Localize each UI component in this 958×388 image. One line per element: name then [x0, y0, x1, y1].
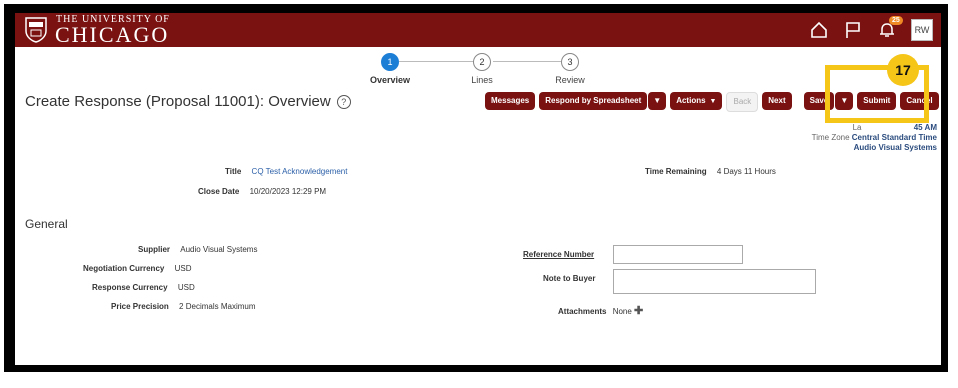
price-precision-label: Price Precision	[111, 302, 169, 311]
help-icon[interactable]: ?	[336, 95, 351, 110]
train-step-lines[interactable]: 2 Lines	[452, 53, 512, 85]
flag-icon[interactable]	[843, 20, 863, 40]
app-window: THE UNIVERSITY OF CHICAGO 25 RW 1 Overvi…	[15, 13, 941, 365]
header-icons: 25 RW	[809, 16, 933, 41]
note-to-buyer-label: Note to Buyer	[543, 274, 596, 283]
time-remaining-row: Time Remaining 4 Days 11 Hours	[645, 167, 776, 176]
attachments-value: None	[612, 307, 632, 316]
user-avatar[interactable]: RW	[911, 19, 933, 41]
last-saved-label: La	[852, 123, 862, 132]
home-icon[interactable]	[809, 20, 829, 40]
reference-number-label: Reference Number	[523, 250, 595, 259]
price-precision-row: Price Precision 2 Decimals Maximum	[111, 302, 256, 311]
next-button[interactable]: Next	[762, 92, 792, 110]
last-saved-info: La 45 AM Time Zone Central Standard Time…	[812, 123, 937, 153]
attachments-row: Attachments None ✚	[558, 304, 643, 317]
title-label: Title	[225, 167, 242, 176]
close-date-value: 10/20/2023 12:29 PM	[249, 187, 327, 196]
messages-button[interactable]: Messages	[485, 92, 536, 110]
supplier-value: Audio Visual Systems	[180, 245, 258, 254]
note-to-buyer-textarea[interactable]	[613, 269, 816, 294]
shield-icon	[25, 17, 47, 43]
last-saved-value: 45 AM	[913, 123, 937, 132]
response-currency-value: USD	[177, 283, 195, 292]
actions-label: Actions	[676, 96, 706, 105]
supplier-label: Supplier	[138, 245, 171, 254]
back-button[interactable]: Back	[726, 92, 759, 112]
negotiation-currency-label: Negotiation Currency	[83, 264, 165, 273]
screenshot-frame: THE UNIVERSITY OF CHICAGO 25 RW 1 Overvi…	[4, 4, 948, 372]
time-remaining-label: Time Remaining	[645, 167, 707, 176]
page-title-text: Create Response (Proposal 11001): Overvi…	[25, 93, 331, 110]
step-label: Overview	[369, 75, 411, 85]
price-precision-value: 2 Decimals Maximum	[179, 302, 256, 311]
respond-by-spreadsheet-button[interactable]: Respond by Spreadsheet	[539, 92, 648, 110]
step-circle: 2	[473, 53, 491, 71]
step-label: Lines	[471, 75, 493, 85]
top-bar: THE UNIVERSITY OF CHICAGO 25 RW	[15, 13, 941, 47]
time-zone-value: Central Standard Time	[851, 133, 937, 142]
close-date-label: Close Date	[198, 187, 240, 196]
negotiation-currency-value: USD	[174, 264, 192, 273]
page-title: Create Response (Proposal 11001): Overvi…	[25, 93, 351, 110]
time-remaining-value: 4 Days 11 Hours	[716, 167, 776, 176]
add-attachment-icon[interactable]: ✚	[634, 305, 643, 317]
logo-big-text: CHICAGO	[55, 21, 170, 47]
actions-menu-button[interactable]: Actions ▼	[670, 92, 723, 110]
notifications-bell[interactable]: 25	[877, 16, 903, 40]
close-date-row: Close Date 10/20/2023 12:29 PM	[198, 187, 326, 196]
university-logo[interactable]: THE UNIVERSITY OF CHICAGO	[25, 14, 170, 47]
title-row: Title CQ Test Acknowledgement	[225, 167, 347, 176]
chevron-down-icon: ▼	[709, 98, 717, 105]
train-step-review[interactable]: 3 Review	[540, 53, 600, 85]
supplier-row: Supplier Audio Visual Systems	[138, 245, 257, 254]
negotiation-currency-row: Negotiation Currency USD	[83, 264, 191, 273]
response-currency-label: Response Currency	[92, 283, 168, 292]
attachments-label: Attachments	[558, 307, 607, 316]
train-step-overview[interactable]: 1 Overview	[360, 53, 420, 85]
callout-step-number: 17	[887, 54, 919, 86]
step-circle: 3	[561, 53, 579, 71]
step-label: Review	[555, 75, 585, 85]
response-currency-row: Response Currency USD	[92, 283, 195, 292]
step-circle: 1	[381, 53, 399, 71]
title-value[interactable]: CQ Test Acknowledgement	[252, 167, 348, 176]
time-zone-label: Time Zone	[811, 133, 850, 142]
section-heading-general: General	[25, 217, 68, 231]
chevron-down-icon: ▼	[653, 96, 662, 105]
respond-split-button: Respond by Spreadsheet ▼	[539, 92, 667, 112]
notification-badge: 25	[889, 16, 903, 25]
reference-number-input[interactable]	[613, 245, 743, 264]
respond-dropdown-toggle[interactable]: ▼	[648, 92, 667, 110]
supplier-name: Audio Visual Systems	[853, 143, 937, 152]
